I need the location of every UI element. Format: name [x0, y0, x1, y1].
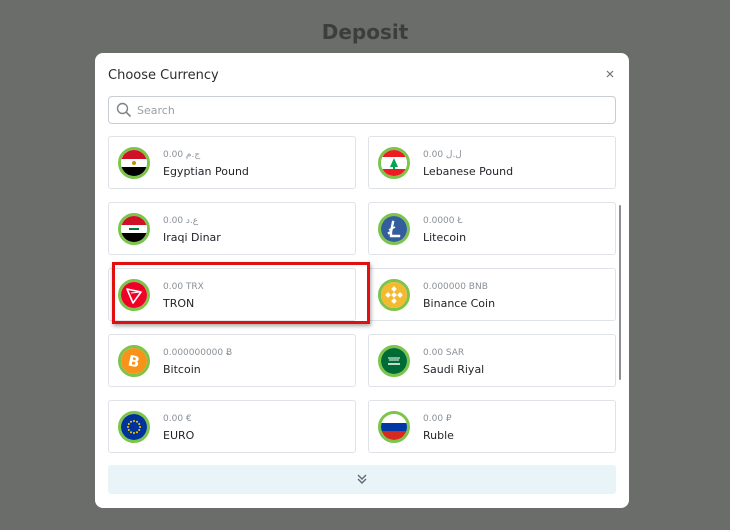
currency-amount: 0.00 € — [163, 414, 192, 424]
currency-amount: 0.00 ع.د — [163, 216, 199, 226]
currency-name: Binance Coin — [423, 297, 496, 310]
currency-amount: 0.0000 Ł — [423, 216, 463, 226]
scrollbar[interactable] — [619, 205, 621, 380]
currency-card-lebanese-pound[interactable]: 0.00 ل.ل Lebanese Pound — [368, 136, 616, 189]
currency-name: Ruble — [423, 429, 454, 442]
close-icon — [606, 70, 614, 78]
search-box — [108, 96, 616, 124]
search-input[interactable] — [137, 97, 607, 123]
currency-amount: 0.00 ج.م — [163, 150, 201, 160]
currency-amount: 0.00 SAR — [423, 348, 465, 358]
currency-amount: 0.00 ₽ — [423, 414, 452, 424]
bitcoin-icon: B — [118, 345, 150, 377]
currency-card-egyptian-pound[interactable]: 0.00 ج.م Egyptian Pound — [108, 136, 356, 189]
currency-amount: 0.000000000 Ƀ — [163, 348, 233, 358]
eu-flag-icon — [118, 411, 150, 443]
currency-card-litecoin[interactable]: 0.0000 Ł Litecoin — [368, 202, 616, 255]
litecoin-icon — [378, 213, 410, 245]
currency-card-euro[interactable]: 0.00 € EURO — [108, 400, 356, 453]
currency-card-binance-coin[interactable]: 0.000000 BNB Binance Coin — [368, 268, 616, 321]
currency-amount: 0.00 ل.ل — [423, 150, 462, 160]
currency-name: Lebanese Pound — [423, 165, 514, 178]
highlight-box — [112, 262, 370, 324]
choose-currency-modal: Choose Currency 0.00 ج.م Egyptian Pound … — [95, 53, 629, 508]
currency-name: Litecoin — [423, 231, 467, 244]
page-title: Deposit — [321, 20, 409, 44]
currency-card-iraqi-dinar[interactable]: 0.00 ع.د Iraqi Dinar — [108, 202, 356, 255]
search-icon — [116, 102, 132, 118]
iraq-flag-icon — [118, 213, 150, 245]
lebanon-flag-icon — [378, 147, 410, 179]
close-button[interactable] — [603, 67, 617, 81]
double-chevron-down-icon — [357, 474, 367, 484]
currency-name: Saudi Riyal — [423, 363, 485, 376]
currency-card-saudi-riyal[interactable]: 0.00 SAR Saudi Riyal — [368, 334, 616, 387]
currency-name: Iraqi Dinar — [163, 231, 221, 244]
currency-name: EURO — [163, 429, 195, 442]
egypt-flag-icon — [118, 147, 150, 179]
russia-flag-icon — [378, 411, 410, 443]
binance-coin-icon — [378, 279, 410, 311]
currency-card-bitcoin[interactable]: B 0.000000000 Ƀ Bitcoin — [108, 334, 356, 387]
currency-list: 0.00 ج.م Egyptian Pound 0.00 ل.ل Lebanes… — [108, 136, 618, 454]
load-more-button[interactable] — [108, 465, 616, 494]
saudi-flag-icon — [378, 345, 410, 377]
modal-title: Choose Currency — [108, 68, 219, 83]
currency-card-ruble[interactable]: 0.00 ₽ Ruble — [368, 400, 616, 453]
currency-amount: 0.000000 BNB — [423, 282, 488, 292]
currency-name: Egyptian Pound — [163, 165, 249, 178]
currency-name: Bitcoin — [163, 363, 201, 376]
